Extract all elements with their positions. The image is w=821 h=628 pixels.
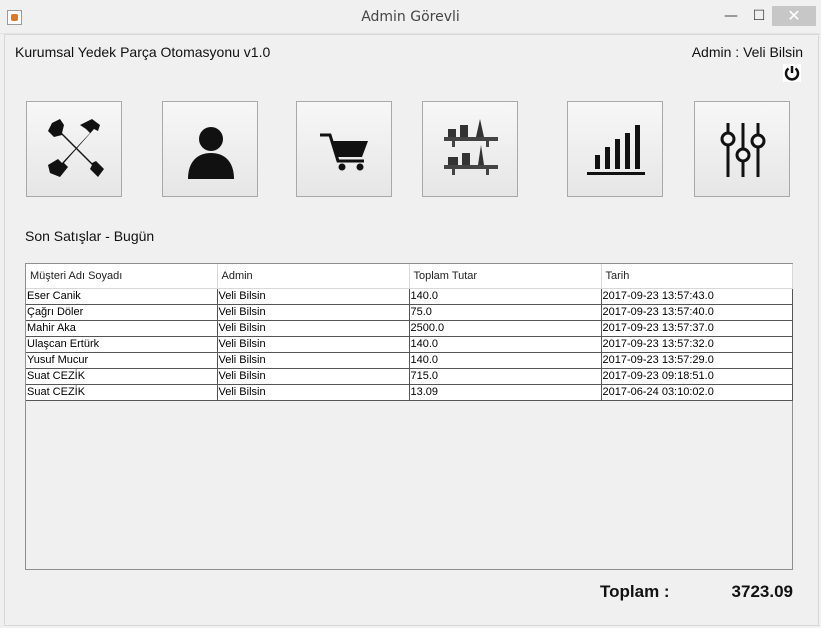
table-cell[interactable]: Veli Bilsin xyxy=(217,304,410,321)
stock-button[interactable] xyxy=(422,101,518,197)
total-label: Toplam : xyxy=(600,582,670,601)
section-title: Son Satışlar - Bugün xyxy=(25,228,155,244)
table-row[interactable]: Mahir Aka Veli Bilsin 2500.0 2017-09-23 … xyxy=(26,320,793,337)
cart-button[interactable] xyxy=(296,101,392,197)
column-header[interactable]: Toplam Tutar xyxy=(409,264,602,289)
table-row[interactable]: Eser Canik Veli Bilsin 140.0 2017-09-23 … xyxy=(26,288,793,305)
table-cell[interactable]: 2017-09-23 13:57:37.0 xyxy=(601,320,793,337)
minimize-button[interactable]: — xyxy=(720,6,742,26)
maximize-button[interactable]: ☐ xyxy=(748,6,770,26)
column-header[interactable]: Tarih xyxy=(601,264,793,289)
table-cell[interactable]: Veli Bilsin xyxy=(217,336,410,353)
table-row[interactable]: Suat CEZİK Veli Bilsin 13.09 2017-06-24 … xyxy=(26,384,793,401)
table-cell[interactable]: 2500.0 xyxy=(409,320,602,337)
close-button[interactable]: ✕ xyxy=(772,6,816,26)
table-cell[interactable]: 2017-09-23 13:57:43.0 xyxy=(601,288,793,305)
cart-icon xyxy=(320,133,368,171)
table-cell[interactable]: Suat CEZİK xyxy=(26,384,218,401)
table-cell[interactable]: 140.0 xyxy=(409,288,602,305)
table-cell[interactable]: Veli Bilsin xyxy=(217,352,410,369)
table-cell[interactable]: Suat CEZİK xyxy=(26,368,218,385)
table-cell[interactable]: Veli Bilsin xyxy=(217,384,410,401)
user-icon xyxy=(188,127,234,179)
table-cell[interactable]: Veli Bilsin xyxy=(217,288,410,305)
table-cell[interactable]: 2017-06-24 03:10:02.0 xyxy=(601,384,793,401)
sales-table[interactable]: Müşteri Adı Soyadı Admin Toplam Tutar Ta… xyxy=(25,263,793,570)
table-cell[interactable]: Veli Bilsin xyxy=(217,368,410,385)
tools-button[interactable] xyxy=(26,101,122,197)
table-cell[interactable]: 715.0 xyxy=(409,368,602,385)
table-cell[interactable]: Mahir Aka xyxy=(26,320,218,337)
user-label: Admin : Veli Bilsin xyxy=(691,44,803,60)
table-cell[interactable]: 2017-09-23 09:18:51.0 xyxy=(601,368,793,385)
table-row[interactable]: Çağrı Döler Veli Bilsin 75.0 2017-09-23 … xyxy=(26,304,793,321)
table-row[interactable]: Suat CEZİK Veli Bilsin 715.0 2017-09-23 … xyxy=(26,368,793,385)
window-titlebar: Admin Görevli — ☐ ✕ xyxy=(0,0,821,34)
table-row[interactable]: Yusuf Mucur Veli Bilsin 140.0 2017-09-23… xyxy=(26,352,793,369)
table-cell[interactable]: Yusuf Mucur xyxy=(26,352,218,369)
table-cell[interactable]: Eser Canik xyxy=(26,288,218,305)
table-cell[interactable]: Ulaşcan Ertürk xyxy=(26,336,218,353)
bar-chart-icon xyxy=(587,125,645,175)
table-cell[interactable]: 13.09 xyxy=(409,384,602,401)
table-cell[interactable]: Veli Bilsin xyxy=(217,320,410,337)
users-button[interactable] xyxy=(162,101,258,197)
table-row[interactable]: Ulaşcan Ertürk Veli Bilsin 140.0 2017-09… xyxy=(26,336,793,353)
power-icon[interactable] xyxy=(783,64,801,82)
sliders-icon xyxy=(720,123,766,177)
table-cell[interactable]: 140.0 xyxy=(409,352,602,369)
window-title: Admin Görevli xyxy=(361,9,460,25)
total-value: 3723.09 xyxy=(731,582,793,601)
column-header[interactable]: Müşteri Adı Soyadı xyxy=(26,264,218,289)
table-cell[interactable]: 2017-09-23 13:57:40.0 xyxy=(601,304,793,321)
tools-icon xyxy=(48,119,104,177)
table-cell[interactable]: 140.0 xyxy=(409,336,602,353)
app-title: Kurumsal Yedek Parça Otomasyonu v1.0 xyxy=(15,44,271,60)
table-header-row: Müşteri Adı Soyadı Admin Toplam Tutar Ta… xyxy=(26,264,793,289)
settings-button[interactable] xyxy=(694,101,790,197)
table-cell[interactable]: 2017-09-23 13:57:29.0 xyxy=(601,352,793,369)
table-cell[interactable]: Çağrı Döler xyxy=(26,304,218,321)
shelves-icon xyxy=(444,119,498,175)
table-cell[interactable]: 75.0 xyxy=(409,304,602,321)
reports-button[interactable] xyxy=(567,101,663,197)
table-cell[interactable]: 2017-09-23 13:57:32.0 xyxy=(601,336,793,353)
column-header[interactable]: Admin xyxy=(217,264,410,289)
